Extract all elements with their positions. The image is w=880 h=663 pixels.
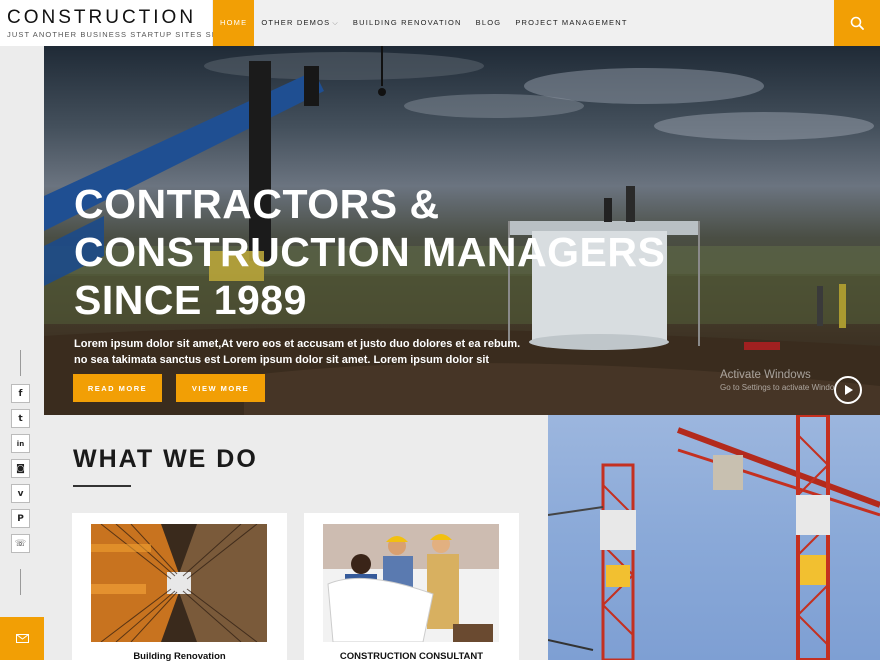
nav-home[interactable]: HOME (213, 0, 255, 46)
play-icon (845, 385, 853, 395)
facebook-icon[interactable]: f (11, 384, 30, 403)
pinterest-glyph: P (17, 513, 24, 524)
twitter-icon[interactable]: t (11, 409, 30, 428)
facebook-glyph: f (18, 388, 23, 399)
search-icon (850, 16, 864, 30)
nav-other-demos[interactable]: OTHER DEMOS ⌵ (254, 0, 346, 46)
what-we-do-section: WHAT WE DO Building Renovation CONSTRUCT… (44, 415, 548, 663)
nav-building-renovation[interactable]: BUILDING RENOVATION (346, 0, 469, 46)
chevron-down-icon: ⌵ (332, 20, 339, 27)
service-card-construction-consultant[interactable]: CONSTRUCTION CONSULTANT (304, 513, 519, 663)
nav-blog-label: BLOG (475, 18, 502, 27)
site-header: CONSTRUCTION JUST ANOTHER BUSINESS START… (0, 0, 880, 46)
nav-project-management[interactable]: PROJECT MANAGEMENT (508, 0, 634, 46)
hero-title-line-1: CONTRACTORS & (74, 181, 440, 227)
activate-windows-watermark: Activate Windows Go to Settings to activ… (720, 369, 834, 392)
rail-divider-bottom (20, 569, 21, 595)
rail-divider-top (20, 350, 21, 376)
whatsapp-glyph: ☏ (14, 538, 27, 549)
consultants-image (323, 524, 499, 642)
play-video-button[interactable] (834, 376, 862, 404)
vimeo-icon[interactable]: v (11, 484, 30, 503)
twitter-glyph: t (18, 413, 23, 424)
vimeo-glyph: v (17, 488, 24, 499)
building-image (91, 524, 267, 642)
service-card-label: CONSTRUCTION CONSULTANT (339, 651, 484, 662)
watermark-title: Activate Windows (720, 369, 811, 381)
mail-button[interactable] (0, 617, 44, 660)
nav-project-management-label: PROJECT MANAGEMENT (515, 18, 628, 27)
section-title-underline (73, 485, 131, 487)
watermark-subtitle: Go to Settings to activate Windo (720, 383, 835, 392)
nav-building-renovation-label: BUILDING RENOVATION (352, 18, 462, 27)
tower-cranes-image (548, 415, 880, 660)
hero-description: Lorem ipsum dolor sit amet,At vero eos e… (74, 338, 521, 366)
section-title: WHAT WE DO (73, 445, 258, 473)
logo-title: CONSTRUCTION (7, 7, 197, 28)
nav-other-demos-label: OTHER DEMOS (261, 18, 331, 27)
service-card-building-renovation[interactable]: Building Renovation (72, 513, 287, 663)
instagram-icon[interactable]: ◙ (11, 459, 30, 478)
service-card-label: Building Renovation (133, 651, 226, 662)
hero-title-line-2: CONSTRUCTION MANAGERS (74, 229, 666, 275)
hero-banner: CONTRACTORS & CONSTRUCTION MANAGERS SINC… (44, 46, 880, 415)
main-nav: HOME OTHER DEMOS ⌵ BUILDING RENOVATION BL… (213, 0, 635, 46)
social-rail: f t in ◙ v P ☏ (0, 46, 44, 660)
logo-tagline: JUST ANOTHER BUSINESS STARTUP SITES SITE (7, 30, 227, 39)
site-logo[interactable]: CONSTRUCTION JUST ANOTHER BUSINESS START… (0, 0, 226, 46)
nav-home-label: HOME (220, 18, 248, 27)
hero-title-line-3: SINCE 1989 (74, 277, 307, 323)
pinterest-icon[interactable]: P (11, 509, 30, 528)
whatsapp-icon[interactable]: ☏ (11, 534, 30, 553)
search-button[interactable] (834, 0, 880, 46)
view-more-button[interactable]: VIEW MORE (176, 374, 265, 402)
read-more-button[interactable]: READ MORE (73, 374, 162, 402)
hero-title: CONTRACTORS & CONSTRUCTION MANAGERS SINC… (74, 180, 714, 324)
instagram-glyph: ◙ (16, 463, 25, 474)
mail-icon (15, 634, 29, 643)
linkedin-glyph: in (16, 439, 25, 448)
linkedin-icon[interactable]: in (11, 434, 30, 453)
nav-blog[interactable]: BLOG (469, 0, 509, 46)
